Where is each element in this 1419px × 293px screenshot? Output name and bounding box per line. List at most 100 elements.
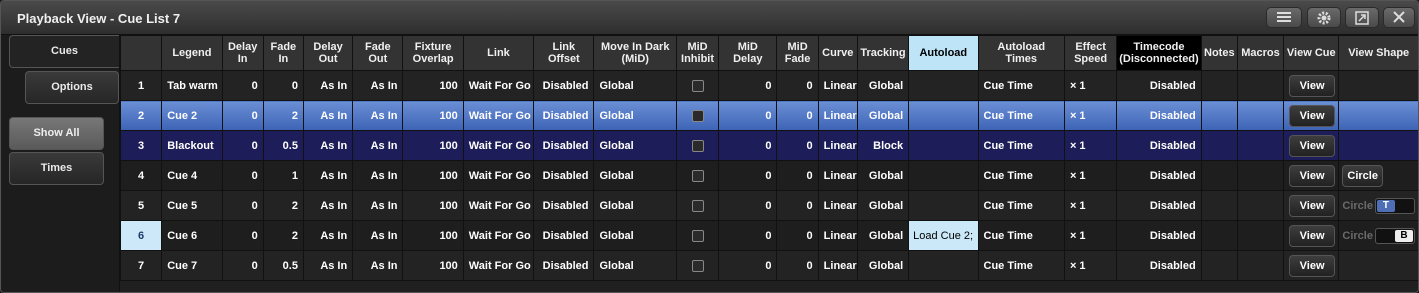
cell-effect-speed[interactable]: × 1 [1063, 130, 1118, 161]
table-row[interactable]: 2 Cue 2 0 2 As In As In 100 Wait For Go Disabled… [119, 100, 1418, 131]
cell-link[interactable]: Wait For Go [462, 250, 535, 281]
cell-delay-in[interactable]: 0 [221, 70, 264, 101]
view-cue-button[interactable]: View [1289, 224, 1336, 247]
cell-mid-delay[interactable]: 0 [718, 70, 778, 101]
mid-inhibit-checkbox[interactable] [691, 229, 704, 242]
cell-macros[interactable] [1236, 220, 1285, 251]
cell-legend[interactable]: Cue 5 [161, 190, 223, 221]
cell-fade-in[interactable]: 1 [262, 160, 304, 191]
view-shape-label[interactable]: Circle [1342, 229, 1373, 241]
cell-legend[interactable]: Cue 2 [161, 100, 223, 131]
cell-view-shape[interactable]: Circle T [1338, 190, 1418, 221]
column-header-link[interactable]: Link [462, 35, 535, 71]
cell-autoload-times[interactable]: Cue Time [977, 100, 1065, 131]
cell-fade-in[interactable]: 2 [262, 190, 304, 221]
cell-link-offset[interactable]: Disabled [533, 100, 595, 131]
cell-fade-in[interactable]: 0 [262, 70, 304, 101]
cell-delay-in[interactable]: 0 [221, 190, 264, 221]
cell-macros[interactable] [1236, 70, 1285, 101]
times-button[interactable]: Times [9, 152, 104, 185]
column-header-fade-out[interactable]: Fade Out [352, 35, 404, 71]
cell-view-cue[interactable]: View [1283, 70, 1340, 101]
cell-fade-in[interactable]: 2 [262, 220, 304, 251]
cell-view-shape[interactable] [1338, 130, 1418, 161]
cell-delay-in[interactable]: 0 [221, 100, 264, 131]
cell-fixture-overlap[interactable]: 100 [402, 160, 464, 191]
cell-delay-in[interactable]: 0 [221, 160, 264, 191]
cell-link[interactable]: Wait For Go [462, 130, 535, 161]
cell-view-cue[interactable]: View [1283, 130, 1340, 161]
column-header-timecode[interactable]: Timecode (Disconnected) [1116, 35, 1202, 71]
cell-timecode[interactable]: Disabled [1116, 160, 1202, 191]
column-header-link-offset[interactable]: Link Offset [533, 35, 595, 71]
cell-autoload[interactable] [908, 130, 979, 161]
cell-view-shape[interactable] [1338, 250, 1418, 281]
cell-view-shape[interactable] [1338, 100, 1418, 131]
cell-tracking[interactable]: Global [856, 250, 910, 281]
cell-notes[interactable] [1200, 220, 1238, 251]
cell-notes[interactable] [1200, 70, 1238, 101]
column-header-mid-inhibit[interactable]: MiD Inhibit [675, 35, 720, 71]
cell-delay-out[interactable]: As In [302, 130, 354, 161]
cell-mid-fade[interactable]: 0 [776, 130, 819, 161]
cell-autoload[interactable] [908, 100, 979, 131]
column-header-view-cue[interactable]: View Cue [1283, 35, 1340, 71]
mid-inhibit-checkbox[interactable] [691, 199, 704, 212]
view-cue-button[interactable]: View [1289, 164, 1336, 187]
cell-macros[interactable] [1236, 190, 1285, 221]
column-header-view-shape[interactable]: View Shape [1338, 35, 1418, 71]
cell-notes[interactable] [1200, 190, 1238, 221]
cell-legend[interactable]: Cue 7 [161, 250, 223, 281]
cell-view-cue[interactable]: View [1283, 220, 1340, 251]
cell-delay-out[interactable]: As In [302, 220, 354, 251]
column-header-autoload[interactable]: Autoload [908, 35, 979, 71]
cell-fade-out[interactable]: As In [352, 130, 404, 161]
cell-mid-delay[interactable]: 0 [718, 160, 778, 191]
cell-mid-delay[interactable]: 0 [718, 130, 778, 161]
cell-move-in-dark[interactable]: Global [593, 160, 677, 191]
table-row[interactable]: 7 Cue 7 0 0.5 As In As In 100 Wait For Go Disabl… [119, 250, 1418, 281]
cell-legend[interactable]: Tab warm [161, 70, 223, 101]
cell-delay-out[interactable]: As In [302, 100, 354, 131]
cell-macros[interactable] [1236, 160, 1285, 191]
cell-autoload[interactable] [908, 190, 979, 221]
cell-curve[interactable]: Linear [817, 100, 858, 131]
cell-delay-out[interactable]: As In [302, 250, 354, 281]
cell-link-offset[interactable]: Disabled [533, 70, 595, 101]
view-cue-button[interactable]: View [1289, 254, 1336, 277]
cell-delay-out[interactable]: As In [302, 70, 354, 101]
view-cue-button[interactable]: View [1289, 134, 1336, 157]
cell-move-in-dark[interactable]: Global [593, 130, 677, 161]
cell-cue-number[interactable]: 7 [119, 250, 163, 281]
cell-view-cue[interactable]: View [1283, 100, 1340, 131]
cell-mid-fade[interactable]: 0 [776, 190, 819, 221]
cell-curve[interactable]: Linear [817, 130, 858, 161]
mid-inhibit-checkbox[interactable] [691, 139, 704, 152]
cell-delay-out[interactable]: As In [302, 190, 354, 221]
cell-autoload-times[interactable]: Cue Time [977, 130, 1065, 161]
tab-cues[interactable]: Cues [9, 35, 119, 68]
cell-fade-out[interactable]: As In [352, 220, 404, 251]
mid-inhibit-checkbox[interactable] [691, 169, 704, 182]
column-header-notes[interactable]: Notes [1200, 35, 1238, 71]
cell-effect-speed[interactable]: × 1 [1063, 190, 1118, 221]
cell-view-shape[interactable] [1338, 70, 1418, 101]
cell-link-offset[interactable]: Disabled [533, 160, 595, 191]
cell-notes[interactable] [1200, 100, 1238, 131]
cell-mid-inhibit[interactable] [675, 160, 720, 191]
table-row[interactable]: 4 Cue 4 0 1 As In As In 100 Wait For Go Disabled… [119, 160, 1418, 191]
column-header-corner[interactable] [119, 35, 163, 71]
cell-autoload[interactable] [908, 250, 979, 281]
column-header-tracking[interactable]: Tracking [856, 35, 910, 71]
cell-fade-out[interactable]: As In [352, 190, 404, 221]
cell-link[interactable]: Wait For Go [462, 100, 535, 131]
cell-curve[interactable]: Linear [817, 190, 858, 221]
cell-mid-fade[interactable]: 0 [776, 160, 819, 191]
cell-mid-fade[interactable]: 0 [776, 100, 819, 131]
cell-delay-out[interactable]: As In [302, 160, 354, 191]
settings-button[interactable] [1307, 7, 1341, 28]
cell-mid-delay[interactable]: 0 [718, 250, 778, 281]
table-row[interactable]: 1 Tab warm 0 0 As In As In 100 Wait For Go Disab… [119, 70, 1418, 101]
cell-timecode[interactable]: Disabled [1116, 130, 1202, 161]
view-shape-label[interactable]: Circle [1342, 164, 1383, 187]
